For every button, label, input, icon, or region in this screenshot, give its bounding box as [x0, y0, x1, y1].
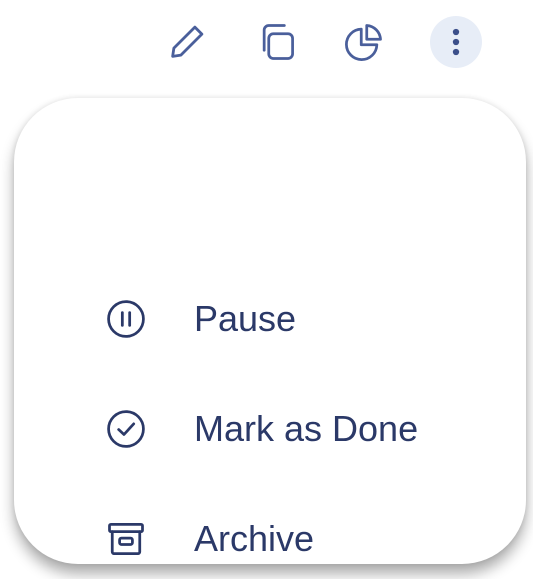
menu-item-label: Archive	[194, 518, 315, 559]
options-menu: Pause Mark as Done Archive	[14, 98, 526, 564]
menu-item-archive[interactable]: Archive	[14, 499, 526, 579]
menu-item-label: Mark as Done	[194, 408, 419, 449]
menu-item-pause[interactable]: Pause	[14, 279, 526, 359]
pie-chart-icon	[345, 24, 382, 61]
menu-item-label: Pause	[194, 298, 297, 339]
check-circle-icon	[104, 407, 148, 451]
archive-box-icon	[104, 517, 148, 561]
edit-button[interactable]	[159, 14, 215, 70]
duplicate-button[interactable]	[249, 14, 305, 70]
menu-item-mark-as-done[interactable]: Mark as Done	[14, 389, 526, 469]
pencil-icon	[171, 25, 204, 58]
pause-circle-icon	[104, 297, 148, 341]
more-vertical-icon	[452, 28, 460, 56]
more-options-button[interactable]	[430, 16, 482, 68]
copy-icon	[262, 24, 294, 60]
report-button[interactable]	[336, 14, 392, 70]
card-toolbar	[0, 14, 533, 74]
